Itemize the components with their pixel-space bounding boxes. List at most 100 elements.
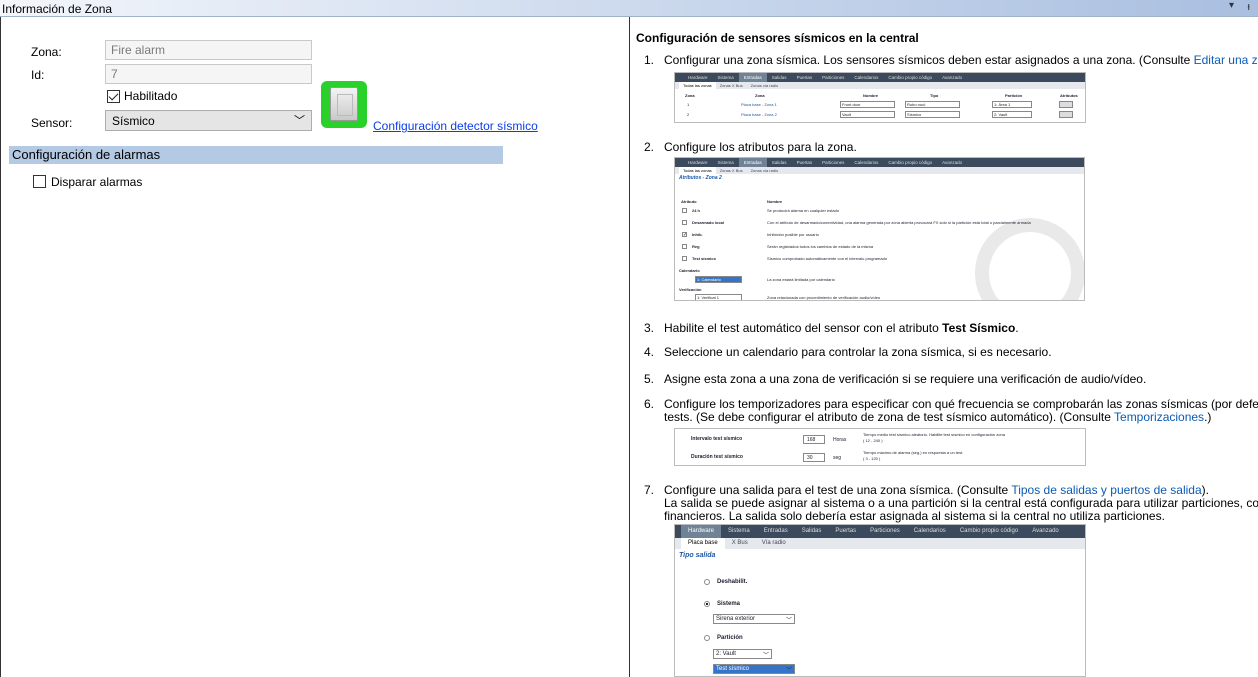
nav-tab: Calendarios <box>854 160 879 165</box>
alarms-section-header: Configuración de alarmas <box>9 146 503 164</box>
output-type-screenshot: Hardware Sistema Entradas Salidas Puerta… <box>674 524 1086 677</box>
col-header: Atributos <box>1060 93 1078 98</box>
zona-field[interactable]: Fire alarm <box>105 40 312 60</box>
habilitado-checkbox[interactable] <box>107 90 120 103</box>
trigger-alarms-checkbox[interactable] <box>33 175 46 188</box>
nav-tab: Cambio propio código <box>888 160 933 165</box>
nav-tab: Salidas <box>771 75 787 80</box>
nav-tab: Entradas <box>763 528 788 534</box>
step-4: 4. Seleccione un calendario para controla… <box>644 346 1258 359</box>
step-7: 7. Configure una salida para el test de u… <box>644 484 1258 523</box>
zona-label: Zona: <box>31 45 62 59</box>
nav-tab: Sistema <box>717 160 734 165</box>
row-name-input: Vault <box>840 111 895 118</box>
name-col-header: Nombre <box>767 199 783 204</box>
step-number: 7. <box>644 483 655 497</box>
attr-checkbox <box>682 220 687 225</box>
sensor-select[interactable]: Sísmico ﹀ <box>105 110 312 131</box>
timer-unit: seg <box>833 455 842 461</box>
option-label: Deshabilit. <box>717 579 748 585</box>
nav-tab: Sistema <box>728 528 750 534</box>
tipos-salidas-link[interactable]: Tipos de salidas y puertos de salida <box>1011 483 1201 497</box>
attributes-title: Atributos - Zona 2 <box>679 175 722 181</box>
shot2-nav: Hardware Sistema Entradas Salidas Puerta… <box>675 158 1084 167</box>
timer-desc: Tiempo máximo de alarma (seg.) en respue… <box>863 450 964 455</box>
step-3: 3. Habilite el test automático del sensor… <box>644 322 1258 335</box>
sensor-select-value: Sísmico <box>112 114 155 128</box>
radio-selected <box>704 601 710 607</box>
shot4-nav: Hardware Sistema Entradas Salidas Puerta… <box>675 525 1085 538</box>
attr-name: Desarmado local <box>692 220 725 225</box>
trigger-alarms-label: Disparar alarmas <box>51 175 143 189</box>
nav-tab: Particiones <box>822 160 845 165</box>
id-label: Id: <box>31 68 45 82</box>
zone-info-panel: Zona: Fire alarm Id: 7 Habilitado Sensor… <box>0 17 630 677</box>
step-text: Asigne esta zona a una zona de verificac… <box>664 372 1147 386</box>
nav-tab: Avanzado <box>942 75 963 80</box>
row-zone: Placa base - Zona 2 <box>741 112 777 117</box>
attr-desc: Con el atributo de desarmado/conectivida… <box>767 220 1031 225</box>
nav-tab: Calendarios <box>913 528 946 534</box>
help-heading: Configuración de sensores sísmicos en la… <box>636 31 919 45</box>
nav-tab: Sistema <box>717 75 734 80</box>
nav-tab: Avanzado <box>942 160 963 165</box>
step-number: 6. <box>644 397 655 411</box>
editar-zona-link[interactable]: Editar una zona <box>1194 53 1258 67</box>
attr-desc: Inhibición posible por usuario <box>767 232 819 237</box>
chevron-down-icon: ﹀ <box>785 618 792 624</box>
sub-tab: Zonas vía radio <box>750 168 779 173</box>
window-title-bar: Información de Zona ▾ ᵻ <box>0 0 1258 17</box>
sub-tab: Zonas vía radio <box>750 83 779 88</box>
attr-checkbox <box>682 256 687 261</box>
step-text-2: La salida se puede asignar al sistema o … <box>664 496 1258 510</box>
partition-select: 2: Vault ﹀ <box>713 649 772 659</box>
config-detector-link[interactable]: Configuración detector sísmico <box>373 119 538 133</box>
step-text: Configure los atributos para la zona. <box>664 140 857 154</box>
dropdown-icon[interactable]: ▾ <box>1229 0 1234 11</box>
nav-tab: Calendarios <box>854 75 879 80</box>
timer-label: Duración test sísmico <box>691 454 743 460</box>
row-partition-select: 1: Área 1 <box>992 101 1032 108</box>
timer-label: Intervalo test sísmico <box>691 436 743 442</box>
attr-name: Reg <box>692 244 700 249</box>
nav-tab: Avanzado <box>1032 528 1059 534</box>
attr-name: 24 h <box>692 208 701 213</box>
calendar-label: Calendario <box>679 268 700 273</box>
step-text: Configure una salida para el test de una… <box>664 483 1012 497</box>
timers-screenshot: Intervalo test sísmico 168 Horas Tiempo … <box>674 428 1086 466</box>
nav-tab: Hardware <box>681 525 722 538</box>
step-5: 5. Asigne esta zona a una zona de verific… <box>644 373 1258 386</box>
id-field[interactable]: 7 <box>105 64 312 84</box>
nav-tab: Puertas <box>835 528 857 534</box>
calendar-select: 1: Calendario <box>695 276 742 283</box>
step-text-2: tests. (Se debe configurar el atributo d… <box>664 410 1115 424</box>
nav-tab: Salidas <box>771 160 787 165</box>
sub-tab: X Bus <box>731 540 748 546</box>
nav-tab: Cambio propio código <box>888 75 933 80</box>
row-num: 2 <box>687 112 690 117</box>
attr-desc: Serán registrados todos los cambios de e… <box>767 244 874 249</box>
step-number: 3. <box>644 321 655 335</box>
step-text-end: .) <box>1204 410 1212 424</box>
step-number: 4. <box>644 345 655 359</box>
temporizaciones-link[interactable]: Temporizaciones <box>1114 410 1204 424</box>
calendar-desc: La zona estará limitada por calendario <box>767 277 835 282</box>
nav-tab: Puertas <box>796 160 813 165</box>
step-text-end: . <box>1015 321 1019 335</box>
output-function-select: Test sísmico ﹀ <box>713 664 795 674</box>
step-bold: Test Sísmico <box>942 321 1016 335</box>
nav-tab: Entradas <box>738 158 767 167</box>
shot1-subnav: Todas las zonas Zonas X Bus Zonas vía ra… <box>675 82 1085 89</box>
step-text: Configure los temporizadores para especi… <box>664 397 1258 411</box>
step-text-end: ). <box>1201 483 1210 497</box>
sub-tab: Todas las zonas <box>679 167 716 174</box>
timer-range: ( 3 - 120 ) <box>863 456 881 461</box>
chevron-down-icon: ﹀ <box>762 653 769 659</box>
pin-icon[interactable]: ᵻ <box>1248 1 1250 13</box>
output-type-title: Tipo salida <box>679 552 716 559</box>
shot4-subnav: Placa base X Bus Vía radio <box>675 538 1085 549</box>
attr-name: Inhib. <box>692 232 703 237</box>
col-header: Tipo <box>930 93 939 98</box>
option-label: Partición <box>717 635 743 641</box>
nav-tab: Puertas <box>796 75 813 80</box>
